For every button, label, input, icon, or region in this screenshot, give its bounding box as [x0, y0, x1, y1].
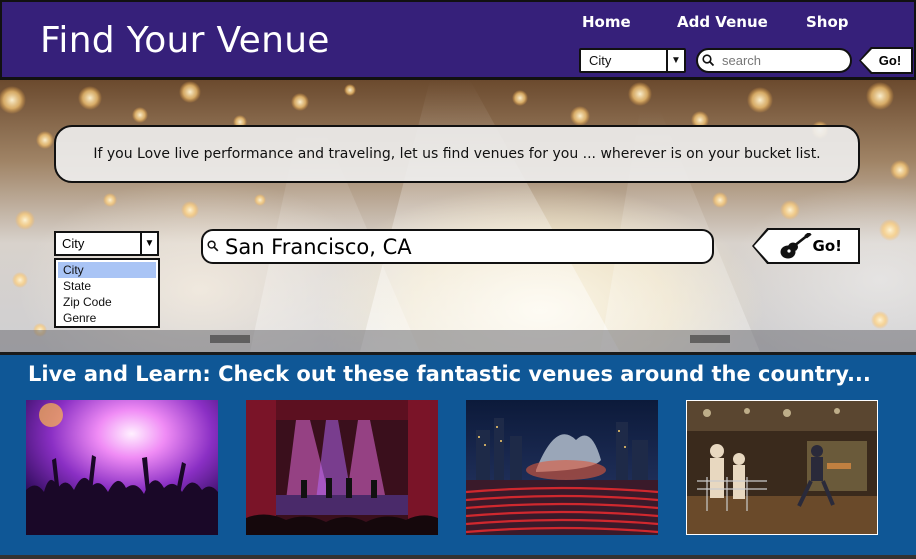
site-header: Find Your Venue Home Add Venue Shop City… — [0, 0, 916, 80]
nav-add-venue-link[interactable]: Add Venue — [677, 13, 768, 31]
hero-filter-dropdown: City State Zip Code Genre — [54, 258, 160, 328]
dropdown-option-city[interactable]: City — [58, 262, 156, 278]
header-go-button[interactable]: Go! — [859, 47, 913, 74]
venue-thumbnail[interactable] — [26, 400, 218, 535]
dropdown-option-zip-code[interactable]: Zip Code — [58, 294, 156, 310]
venue-thumbnail[interactable] — [466, 400, 658, 535]
hero-search-input[interactable] — [201, 229, 714, 264]
venues-section-title: Live and Learn: Check out these fantasti… — [28, 362, 871, 386]
chevron-down-icon[interactable]: ▼ — [666, 50, 684, 71]
guitar-icon — [780, 233, 812, 259]
hero-filter-value: City — [62, 236, 85, 251]
header-filter-value: City — [589, 53, 612, 68]
hero-go-label: Go! — [812, 237, 842, 255]
hero-filter-select[interactable]: City ▼ — [54, 231, 159, 256]
header-search-input[interactable] — [696, 48, 852, 73]
venues-section: Live and Learn: Check out these fantasti… — [0, 352, 916, 559]
hero-go-button[interactable]: Go! — [752, 228, 860, 264]
venue-thumbnail[interactable] — [686, 400, 878, 535]
nav-shop-link[interactable]: Shop — [806, 13, 849, 31]
header-filter-select[interactable]: City ▼ — [579, 48, 686, 73]
nav-home-link[interactable]: Home — [582, 13, 631, 31]
venue-thumbnail[interactable] — [246, 400, 438, 535]
search-icon — [207, 240, 219, 252]
site-title: Find Your Venue — [40, 20, 330, 61]
search-icon — [702, 54, 715, 67]
hero-info-text: If you Love live performance and traveli… — [54, 125, 860, 183]
chevron-down-icon[interactable]: ▼ — [140, 233, 157, 254]
dropdown-option-genre[interactable]: Genre — [58, 310, 156, 326]
dropdown-option-state[interactable]: State — [58, 278, 156, 294]
hero-banner: If you Love live performance and traveli… — [0, 80, 916, 352]
